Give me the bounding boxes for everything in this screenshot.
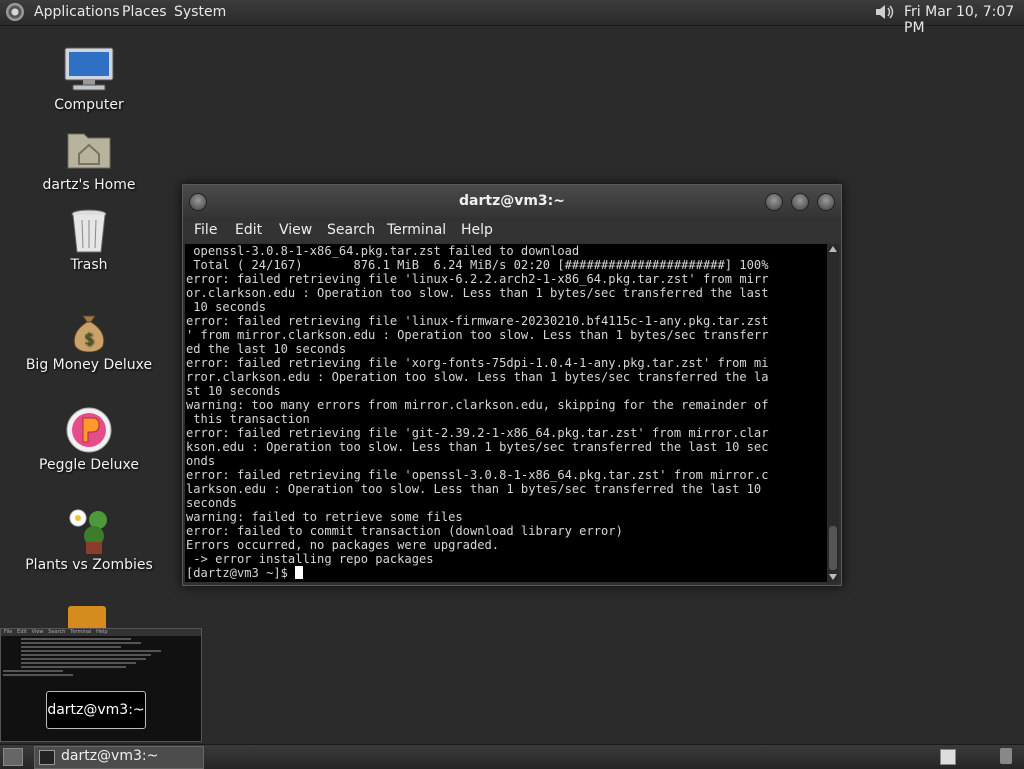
thumbnail-text-line <box>3 674 73 676</box>
desktop-icon-label: Plants vs Zombies <box>25 557 153 573</box>
thumbnail-menu-file: File <box>4 629 13 635</box>
terminal-window[interactable]: dartz@vm3:~ File Edit View Search Termin… <box>182 184 842 586</box>
thumbnail-text-line <box>21 654 151 656</box>
thumbnail-menu-view: View <box>31 629 44 635</box>
text-cursor <box>295 566 304 579</box>
scroll-down-arrow-icon[interactable] <box>829 574 837 580</box>
terminal-line: openssl-3.0.8-1-x86_64.pkg.tar.zst faile… <box>186 244 580 258</box>
menubar: File Edit View Search Terminal Help <box>183 217 841 243</box>
clock[interactable]: Fri Mar 10, 7:07 PM <box>904 4 1024 36</box>
money-bag-icon: $ <box>73 315 105 352</box>
desktop-icon-home[interactable]: dartz's Home <box>24 128 154 196</box>
plants-icon <box>69 509 107 554</box>
desktop-icon-computer[interactable]: Computer <box>24 44 154 116</box>
terminal-line: st 10 seconds <box>186 384 281 398</box>
workspace-switcher[interactable] <box>940 749 956 765</box>
volume-icon[interactable] <box>874 3 896 21</box>
thumbnail-text-line <box>21 662 136 664</box>
terminal-line: warning: failed to retrieve some files <box>186 510 463 524</box>
menu-system[interactable]: System <box>174 4 226 20</box>
desktop-icon-label: Computer <box>54 97 124 113</box>
terminal-line: -> error installing repo packages <box>186 552 434 566</box>
terminal-line: rror.clarkson.edu : Operation too slow. … <box>186 370 769 384</box>
terminal-line: error: failed to commit transaction (dow… <box>186 524 623 538</box>
thumbnail-text-line <box>21 650 161 652</box>
distro-logo-icon[interactable] <box>6 3 24 21</box>
terminal-icon <box>39 750 55 765</box>
thumbnail-menu-edit: Edit <box>17 629 27 635</box>
terminal-line: kson.edu : Operation too slow. Less than… <box>186 440 769 454</box>
taskbar-button-terminal[interactable]: dartz@vm3:~ <box>34 746 204 769</box>
thumbnail-menu-help: Help <box>96 629 108 635</box>
terminal-line: Total ( 24/167) 876.1 MiB 6.24 MiB/s 02:… <box>186 258 769 272</box>
menu-view[interactable]: View <box>279 222 312 238</box>
terminal-line: or.clarkson.edu : Operation too slow. Le… <box>186 286 769 300</box>
thumbnail-text-line <box>21 646 121 648</box>
close-button[interactable] <box>817 193 835 211</box>
trash-applet-icon[interactable] <box>1000 748 1012 764</box>
svg-text:$: $ <box>84 329 94 348</box>
terminal-line: error: failed retrieving file 'linux-6.2… <box>186 272 769 286</box>
thumbnail-text-line <box>21 642 141 644</box>
trash-icon <box>71 209 107 253</box>
menu-help[interactable]: Help <box>461 222 493 238</box>
terminal-line: error: failed retrieving file 'linux-fir… <box>186 314 769 328</box>
desktop-icon-label: Trash <box>70 257 108 273</box>
thumbnail-menu-terminal: Terminal <box>70 629 92 635</box>
window-title: dartz@vm3:~ <box>459 193 565 209</box>
scrollbar[interactable] <box>827 244 839 582</box>
desktop-icon-partial[interactable] <box>68 606 106 628</box>
terminal-output[interactable]: openssl-3.0.8-1-x86_64.pkg.tar.zst faile… <box>185 244 827 582</box>
terminal-line: onds <box>186 454 216 468</box>
taskbar-button-label: dartz@vm3:~ <box>61 748 159 764</box>
maximize-button[interactable] <box>791 193 809 211</box>
menu-applications[interactable]: Applications <box>34 4 120 20</box>
desktop-icon-label: Big Money Deluxe <box>25 357 153 373</box>
terminal-line: error: failed retrieving file 'git-2.39.… <box>186 426 769 440</box>
menu-file[interactable]: File <box>194 222 217 238</box>
desktop-icon-trash[interactable]: Trash <box>24 208 154 276</box>
thumbnail-menubar: File Edit View Search Terminal Help <box>1 629 201 636</box>
terminal-line: ed the last 10 seconds <box>186 342 347 356</box>
desktop-icon-label: Peggle Deluxe <box>39 457 139 473</box>
window-tooltip: dartz@vm3:~ <box>46 691 146 729</box>
terminal-line: seconds <box>186 496 237 510</box>
desktop-icon-plants[interactable]: Plants vs Zombies <box>24 506 154 576</box>
desktop-icon-label: dartz's Home <box>42 177 136 193</box>
bottom-panel: dartz@vm3:~ <box>0 744 1024 769</box>
terminal-line: ' from mirror.clarkson.edu : Operation t… <box>186 328 769 342</box>
menu-places[interactable]: Places <box>122 4 167 20</box>
terminal-prompt-line[interactable]: [dartz@vm3 ~]$ <box>185 566 827 580</box>
home-folder-icon <box>67 133 111 169</box>
thumbnail-text-line <box>21 638 131 640</box>
computer-icon <box>64 47 114 91</box>
terminal-line: this transaction <box>186 412 310 426</box>
terminal-line: warning: too many errors from mirror.cla… <box>186 398 769 412</box>
menu-terminal[interactable]: Terminal <box>387 222 446 238</box>
terminal-line: 10 seconds <box>186 300 267 314</box>
scroll-up-arrow-icon[interactable] <box>829 246 837 252</box>
terminal-line: larkson.edu : Operation too slow. Less t… <box>186 482 762 496</box>
terminal-prompt: [dartz@vm3 ~]$ <box>186 566 296 580</box>
top-panel: Applications Places System Fri Mar 10, 7… <box>0 0 1024 36</box>
terminal-line: error: failed retrieving file 'openssl-3… <box>186 468 769 482</box>
terminal-line: error: failed retrieving file 'xorg-font… <box>186 356 769 370</box>
thumbnail-text-line <box>21 666 126 668</box>
thumbnail-text-line <box>21 658 146 660</box>
desktop-icon-peggle[interactable]: Peggle Deluxe <box>24 406 154 476</box>
menu-search[interactable]: Search <box>327 222 375 238</box>
thumbnail-text-line <box>3 670 63 672</box>
thumbnail-menu-search: Search <box>48 629 66 635</box>
desktop-icon-big-money[interactable]: $ Big Money Deluxe <box>24 308 154 376</box>
scrollbar-thumb[interactable] <box>829 526 837 570</box>
minimize-button[interactable] <box>765 193 783 211</box>
show-desktop-icon[interactable] <box>3 748 23 766</box>
peggle-icon <box>66 407 112 453</box>
menu-edit[interactable]: Edit <box>235 222 262 238</box>
window-titlebar[interactable]: dartz@vm3:~ <box>183 185 841 217</box>
terminal-line: Errors occurred, no packages were upgrad… <box>186 538 500 552</box>
